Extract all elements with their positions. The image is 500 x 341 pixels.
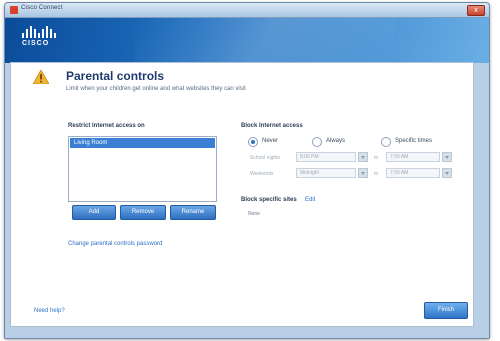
weekends-from-select[interactable]: Midnight	[296, 168, 356, 178]
device-list[interactable]: Living Room	[68, 136, 217, 202]
weekends-label: Weekends	[250, 171, 274, 177]
school-nights-to-label: to	[374, 155, 379, 161]
chevron-down-icon[interactable]	[442, 168, 452, 178]
header-banner: CISCO	[5, 18, 489, 63]
school-nights-to-select[interactable]: 7:00 AM	[386, 152, 440, 162]
remove-button[interactable]: Remove	[120, 205, 166, 220]
restrict-access-label: Restrict Internet access on	[68, 123, 145, 129]
rename-button[interactable]: Rename	[170, 205, 216, 220]
cisco-app-icon	[10, 6, 18, 14]
school-nights-label: School nights	[250, 155, 281, 161]
add-button[interactable]: Add	[72, 205, 116, 220]
school-nights-from-select[interactable]: 8:00 PM	[296, 152, 356, 162]
cisco-logo-bars	[22, 26, 62, 38]
weekends-to-select[interactable]: 7:00 AM	[386, 168, 440, 178]
title-bar: Cisco Connect x	[5, 3, 489, 18]
radio-always[interactable]	[312, 137, 322, 147]
block-sites-label: Block specific sites	[241, 197, 297, 203]
block-access-label: Block Internet access	[241, 123, 303, 129]
radio-specific-times[interactable]	[381, 137, 391, 147]
cisco-logo: CISCO	[22, 26, 62, 54]
chevron-down-icon[interactable]	[358, 152, 368, 162]
chevron-down-icon[interactable]	[358, 168, 368, 178]
window-title: Cisco Connect	[21, 5, 63, 11]
warning-icon	[33, 70, 49, 84]
radio-never[interactable]	[248, 137, 258, 147]
chevron-down-icon[interactable]	[442, 152, 452, 162]
blocked-sites-value: None	[248, 211, 260, 217]
close-button[interactable]: x	[467, 5, 485, 16]
page-title: Parental controls	[66, 69, 165, 83]
weekends-to-label: to	[374, 171, 379, 177]
change-password-link[interactable]: Change parental controls password	[68, 241, 162, 247]
radio-specific-times-label: Specific times	[395, 138, 433, 144]
page-subtitle: Limit when your children get online and …	[66, 86, 246, 92]
finish-button[interactable]: Finish	[424, 302, 468, 319]
edit-sites-link[interactable]: Edit	[305, 197, 315, 203]
radio-never-label: Never	[262, 138, 279, 144]
radio-always-label: Always	[326, 138, 346, 144]
need-help-link[interactable]: Need help?	[34, 308, 65, 314]
cisco-logo-text: CISCO	[22, 40, 50, 47]
header-decoration	[135, 18, 395, 63]
list-item[interactable]: Living Room	[70, 138, 215, 148]
